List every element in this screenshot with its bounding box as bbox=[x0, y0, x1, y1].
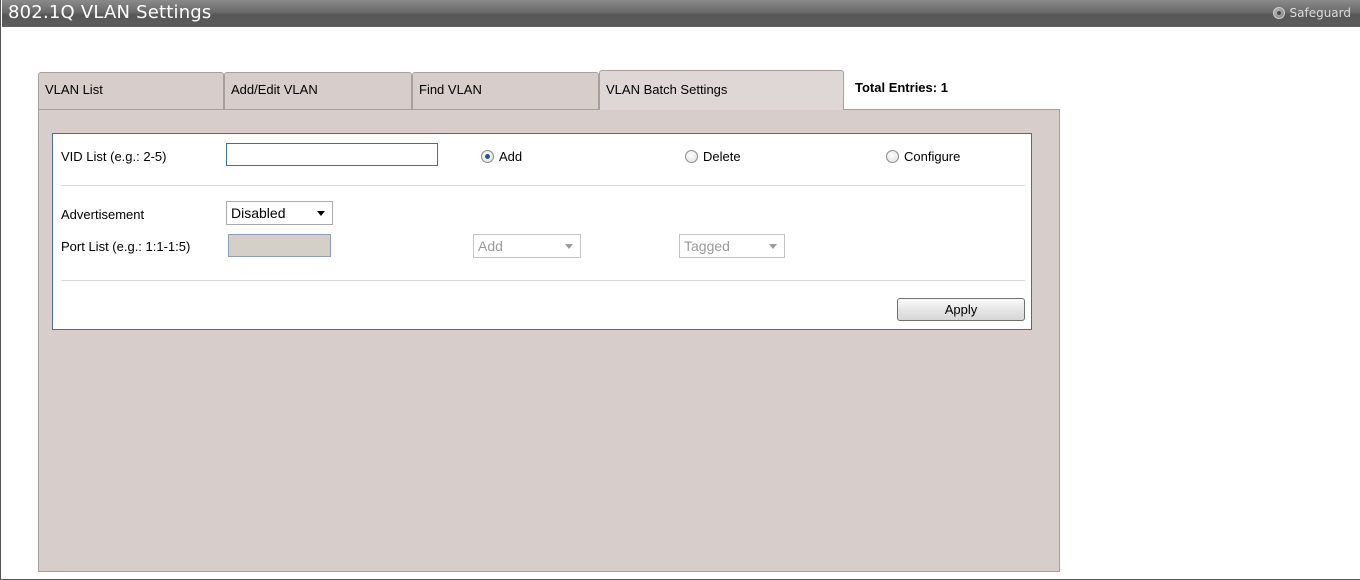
radio-configure[interactable]: Configure bbox=[886, 149, 960, 164]
safeguard-label: Safeguard bbox=[1289, 6, 1352, 20]
radio-configure-button[interactable] bbox=[886, 150, 899, 163]
total-entries: Total Entries: 1 bbox=[855, 80, 948, 95]
advertisement-select[interactable]: Disabled bbox=[226, 201, 333, 225]
tab-label: VLAN Batch Settings bbox=[606, 82, 728, 97]
divider bbox=[61, 280, 1025, 281]
tab-vlan-batch-settings[interactable]: VLAN Batch Settings bbox=[599, 70, 844, 110]
title-bar: 802.1Q VLAN Settings Safeguard bbox=[2, 0, 1360, 27]
radio-delete-label: Delete bbox=[703, 149, 741, 164]
chevron-down-icon bbox=[769, 243, 777, 249]
tab-vlan-list[interactable]: VLAN List bbox=[38, 72, 224, 109]
radio-add[interactable]: Add bbox=[481, 149, 522, 164]
port-action-select[interactable]: Add bbox=[473, 234, 581, 258]
radio-delete-button[interactable] bbox=[685, 150, 698, 163]
tab-find-vlan[interactable]: Find VLAN bbox=[412, 72, 599, 109]
tab-label: Find VLAN bbox=[419, 82, 482, 97]
advertisement-value: Disabled bbox=[231, 205, 286, 221]
port-list-input[interactable] bbox=[228, 234, 331, 257]
port-action-value: Add bbox=[478, 238, 503, 254]
safeguard-indicator[interactable]: Safeguard bbox=[1272, 5, 1352, 21]
radio-add-label: Add bbox=[499, 149, 523, 164]
window-frame: 802.1Q VLAN Settings Safeguard VLAN List… bbox=[0, 0, 1360, 580]
chevron-down-icon bbox=[317, 210, 325, 216]
advertisement-label: Advertisement bbox=[61, 207, 145, 222]
port-list-label: Port List (e.g.: 1:1-1:5) bbox=[61, 239, 191, 254]
radio-delete[interactable]: Delete bbox=[685, 149, 741, 164]
tab-add-edit-vlan[interactable]: Add/Edit VLAN bbox=[224, 72, 412, 109]
port-tag-value: Tagged bbox=[684, 238, 730, 254]
vid-list-input[interactable] bbox=[226, 143, 438, 166]
divider bbox=[61, 185, 1025, 186]
radio-add-button[interactable] bbox=[481, 150, 494, 163]
page-title: 802.1Q VLAN Settings bbox=[8, 2, 212, 23]
apply-button[interactable]: Apply bbox=[897, 298, 1025, 321]
vid-list-label: VID List (e.g.: 2-5) bbox=[61, 149, 167, 164]
tab-label: VLAN List bbox=[45, 82, 103, 97]
tab-label: Add/Edit VLAN bbox=[231, 82, 318, 97]
safeguard-status-icon bbox=[1272, 7, 1285, 19]
batch-settings-panel: VID List (e.g.: 2-5) Add Delete Configur… bbox=[52, 133, 1032, 330]
radio-configure-label: Configure bbox=[904, 149, 961, 164]
chevron-down-icon bbox=[565, 243, 573, 249]
port-tag-select[interactable]: Tagged bbox=[679, 234, 785, 258]
